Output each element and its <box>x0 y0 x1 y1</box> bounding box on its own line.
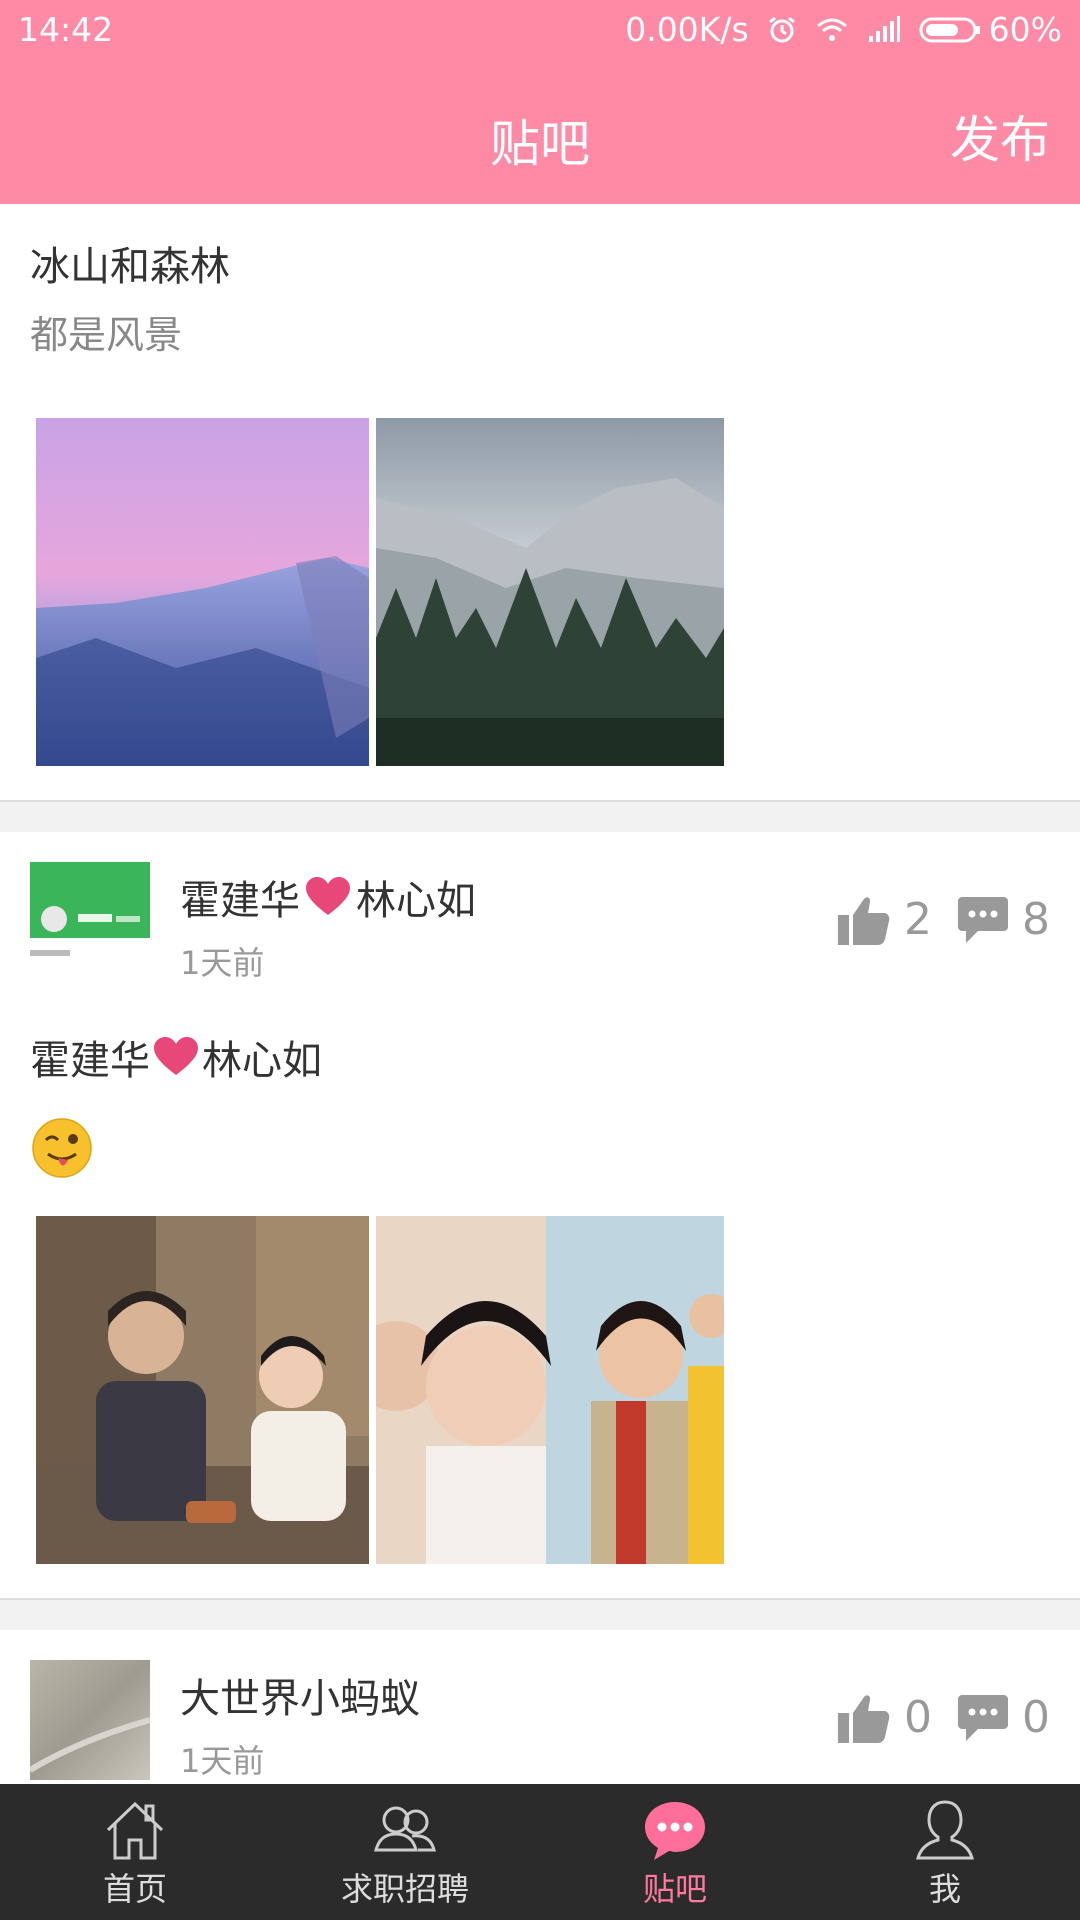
status-bar: 14:42 0.00K/s 60% <box>0 0 1080 60</box>
like-stat[interactable]: 2 <box>838 894 932 945</box>
tab-label: 首页 <box>102 1870 167 1908</box>
comment-icon <box>958 896 1008 943</box>
bottom-tab-bar: 首页 求职招聘 贴吧 我 <box>0 1784 1080 1920</box>
tab-label: 我 <box>928 1870 961 1908</box>
wifi-icon <box>816 18 847 41</box>
couple-photo[interactable] <box>36 1216 369 1564</box>
author-name-part1: 霍建华 <box>180 878 300 924</box>
avatar[interactable] <box>30 862 150 982</box>
post-body-part2: 林心如 <box>202 1038 322 1084</box>
mountain-dusk-photo[interactable] <box>36 418 369 766</box>
status-time: 14:42 <box>18 10 114 49</box>
author-name: 大世界小蚂蚁 <box>180 1676 420 1722</box>
chat-bubble-icon <box>645 1802 705 1860</box>
tab-me[interactable]: 我 <box>810 1784 1080 1920</box>
post-author[interactable]: 霍建华 林心如 <box>180 868 476 926</box>
post-card[interactable]: 冰山和森林 都是风景 <box>0 204 1080 802</box>
post-stats: 0 0 <box>838 1692 1050 1743</box>
publish-button[interactable]: 发布 <box>950 100 1050 172</box>
signal-icon <box>868 15 900 42</box>
mountain-forest-photo[interactable] <box>376 418 724 766</box>
battery-icon <box>919 17 980 42</box>
post-author[interactable]: 大世界小蚂蚁 <box>180 1666 420 1724</box>
post-time: 1天前 <box>180 944 265 982</box>
winking-tongue-emoji <box>32 1118 92 1182</box>
network-speed: 0.00K/s <box>625 10 749 49</box>
post-body-part1: 霍建华 <box>30 1038 150 1084</box>
tab-jobs[interactable]: 求职招聘 <box>270 1784 540 1920</box>
tab-label: 求职招聘 <box>340 1870 469 1908</box>
comment-stat[interactable]: 0 <box>958 1692 1050 1743</box>
thumbs-up-icon <box>838 1694 890 1743</box>
battery-indicator: 60% <box>919 10 1062 49</box>
home-icon <box>106 1801 164 1860</box>
comment-stat[interactable]: 8 <box>958 894 1050 945</box>
tab-forum[interactable]: 贴吧 <box>540 1784 810 1920</box>
post-stats: 2 8 <box>838 894 1050 945</box>
tab-home[interactable]: 首页 <box>0 1784 270 1920</box>
comment-count: 0 <box>1022 1692 1050 1743</box>
post-card[interactable]: 霍建华 林心如 1天前 2 8 霍建华 林心如 <box>0 832 1080 1600</box>
person-icon <box>916 1800 974 1860</box>
avatar[interactable] <box>30 1660 150 1780</box>
alarm-icon <box>768 16 795 42</box>
like-count: 0 <box>904 1692 932 1743</box>
thumbs-up-icon <box>838 896 890 945</box>
post-card[interactable]: 大世界小蚂蚁 1天前 0 0 <box>0 1630 1080 1784</box>
comment-count: 8 <box>1022 894 1050 945</box>
author-name-part2: 林心如 <box>356 878 476 924</box>
comment-icon <box>958 1694 1008 1741</box>
post-time: 1天前 <box>180 1742 265 1780</box>
title-bar: 贴吧 发布 <box>0 80 1080 190</box>
couple-selfie-photo[interactable] <box>376 1216 724 1564</box>
post-subtitle: 都是风景 <box>30 313 183 357</box>
app-header: 14:42 0.00K/s 60% 贴吧 发布 <box>0 0 1080 204</box>
heart-icon <box>154 1037 198 1075</box>
battery-percent: 60% <box>988 10 1062 49</box>
page-title: 贴吧 <box>490 115 590 173</box>
post-title: 冰山和森林 <box>30 244 230 290</box>
status-indicators: 0.00K/s 60% <box>625 10 1062 49</box>
people-icon <box>374 1806 436 1852</box>
post-body: 霍建华 林心如 <box>30 1028 322 1086</box>
post-feed[interactable]: 冰山和森林 都是风景 霍建华 林心如 1天前 2 8 霍建华 林心如 大世界小蚂… <box>0 204 1080 1784</box>
tab-label: 贴吧 <box>642 1870 707 1908</box>
heart-icon <box>306 877 350 915</box>
like-stat[interactable]: 0 <box>838 1692 932 1743</box>
like-count: 2 <box>904 894 932 945</box>
